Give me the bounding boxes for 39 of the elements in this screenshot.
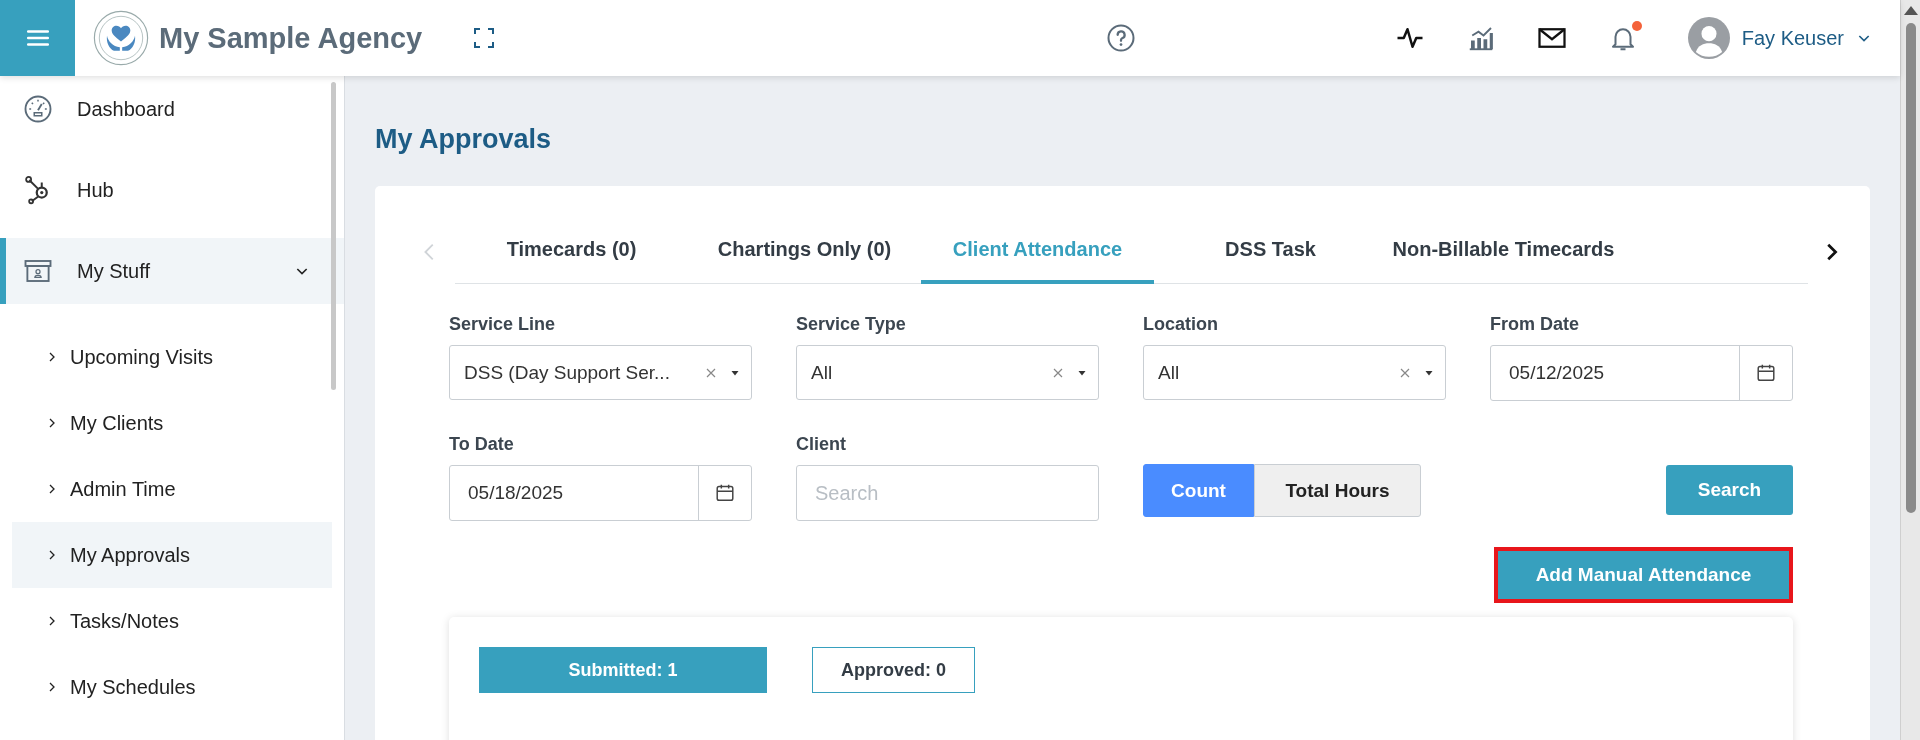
sidebar-item[interactable]: My Stuff — [0, 238, 344, 304]
submenu-item[interactable]: Admin Time — [12, 456, 332, 522]
field-label: To Date — [449, 434, 515, 455]
submenu-item[interactable]: My Schedules — [12, 654, 332, 720]
scroll-up-icon[interactable] — [1903, 6, 1918, 15]
calendar-icon[interactable] — [714, 482, 736, 504]
field-label: Location — [1143, 314, 1219, 335]
submenu-item[interactable]: My Clients — [12, 390, 332, 456]
select-field[interactable]: DSS (Day Support Ser... — [449, 345, 752, 400]
search-field[interactable]: Search — [796, 465, 1099, 521]
help-icon[interactable] — [1106, 23, 1137, 53]
scrollbar-thumb[interactable] — [1905, 23, 1916, 513]
field-label: From Date — [1490, 314, 1580, 335]
field-label: Service Line — [449, 314, 557, 335]
select-field[interactable]: All — [1143, 345, 1446, 400]
heart-hands-logo — [93, 10, 149, 66]
field-label: Service Type — [796, 314, 907, 335]
tab[interactable]: Timecards (0) — [455, 220, 688, 284]
submenu-item[interactable]: Tasks/Notes — [12, 588, 332, 654]
sidebar-item[interactable]: Hub — [0, 157, 344, 223]
user-menu[interactable]: Fay Keuser — [1687, 17, 1872, 59]
select-field[interactable]: All — [796, 345, 1099, 400]
tab[interactable]: DSS Task — [1154, 220, 1387, 284]
sidebar-item[interactable]: Dashboard — [0, 76, 344, 142]
status-tab[interactable]: Approved: 0 — [812, 647, 975, 693]
field-label: Client — [796, 434, 847, 455]
date-field[interactable]: 05/18/2025 — [449, 465, 752, 521]
page-title: My Approvals — [375, 124, 553, 156]
calendar-icon[interactable] — [1755, 362, 1777, 384]
gauge-icon — [23, 94, 53, 124]
toggle-option[interactable]: Total Hours — [1254, 464, 1421, 517]
date-field[interactable]: 05/12/2025 — [1490, 345, 1793, 401]
agency-name: My Sample Agency — [159, 21, 423, 55]
tab[interactable]: Non-Billable Timecards — [1387, 220, 1620, 284]
avatar-icon — [1687, 17, 1730, 59]
submenu-item[interactable]: My Approvals — [12, 522, 332, 588]
fullscreen-icon[interactable] — [472, 26, 497, 50]
tab[interactable]: Chartings Only (0) — [688, 220, 921, 284]
submenu-item[interactable]: Upcoming Visits — [12, 324, 332, 390]
